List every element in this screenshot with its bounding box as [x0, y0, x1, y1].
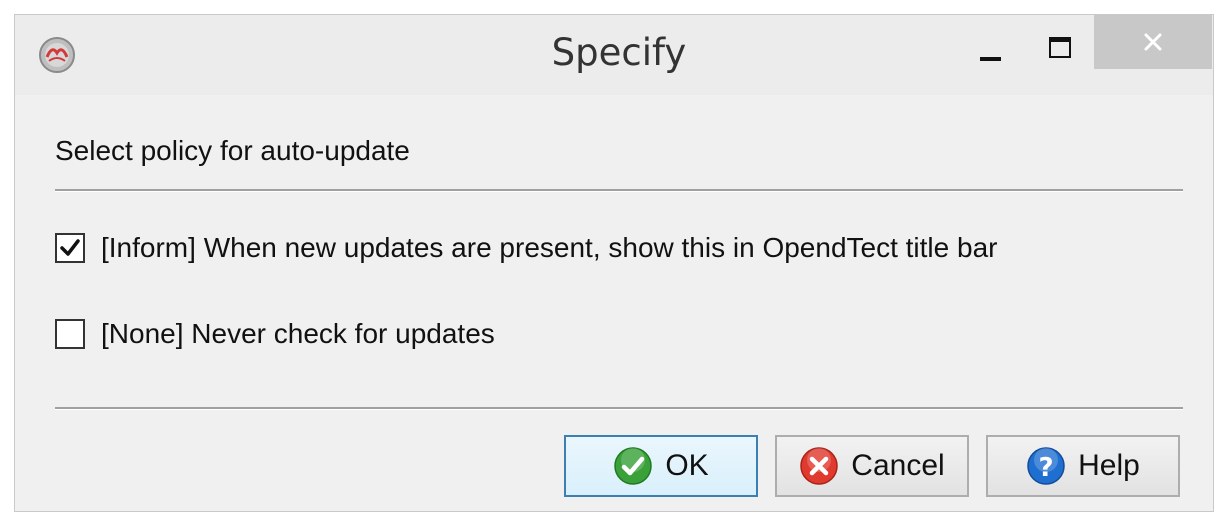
maximize-icon [1049, 37, 1071, 58]
divider-top [55, 189, 1183, 192]
option-inform[interactable]: [Inform] When new updates are present, s… [55, 231, 997, 265]
help-button[interactable]: ? Help [986, 435, 1180, 497]
none-checkbox[interactable] [55, 319, 85, 349]
inform-checkbox[interactable] [55, 233, 85, 263]
title-bar[interactable]: Specify [15, 15, 1213, 95]
none-option-label: [None] Never check for updates [101, 318, 495, 349]
cancel-button-label: Cancel [851, 449, 945, 482]
ok-button[interactable]: OK [564, 435, 758, 497]
window-title: Specify [551, 31, 687, 74]
specify-dialog-window: Specify Select policy for auto-update [I… [14, 14, 1214, 512]
maximize-button[interactable] [1031, 21, 1091, 75]
option-none[interactable]: [None] Never check for updates [55, 317, 495, 351]
minimize-button[interactable] [963, 21, 1023, 75]
red-x-icon [800, 447, 839, 485]
checkmark-icon [60, 239, 80, 256]
green-check-icon [614, 447, 653, 485]
divider-bottom [55, 407, 1183, 410]
cancel-button[interactable]: Cancel [775, 435, 969, 497]
close-button[interactable] [1094, 15, 1212, 69]
blue-question-icon: ? [1027, 447, 1065, 485]
inform-option-label: [Inform] When new updates are present, s… [101, 232, 998, 263]
dialog-body: Select policy for auto-update [Inform] W… [15, 95, 1213, 511]
dialog-heading: Select policy for auto-update [55, 135, 410, 166]
ok-button-label: OK [665, 449, 709, 482]
help-button-label: Help [1078, 449, 1140, 482]
close-icon [1144, 33, 1162, 51]
minimize-icon [980, 57, 1001, 61]
svg-text:?: ? [1039, 453, 1054, 483]
